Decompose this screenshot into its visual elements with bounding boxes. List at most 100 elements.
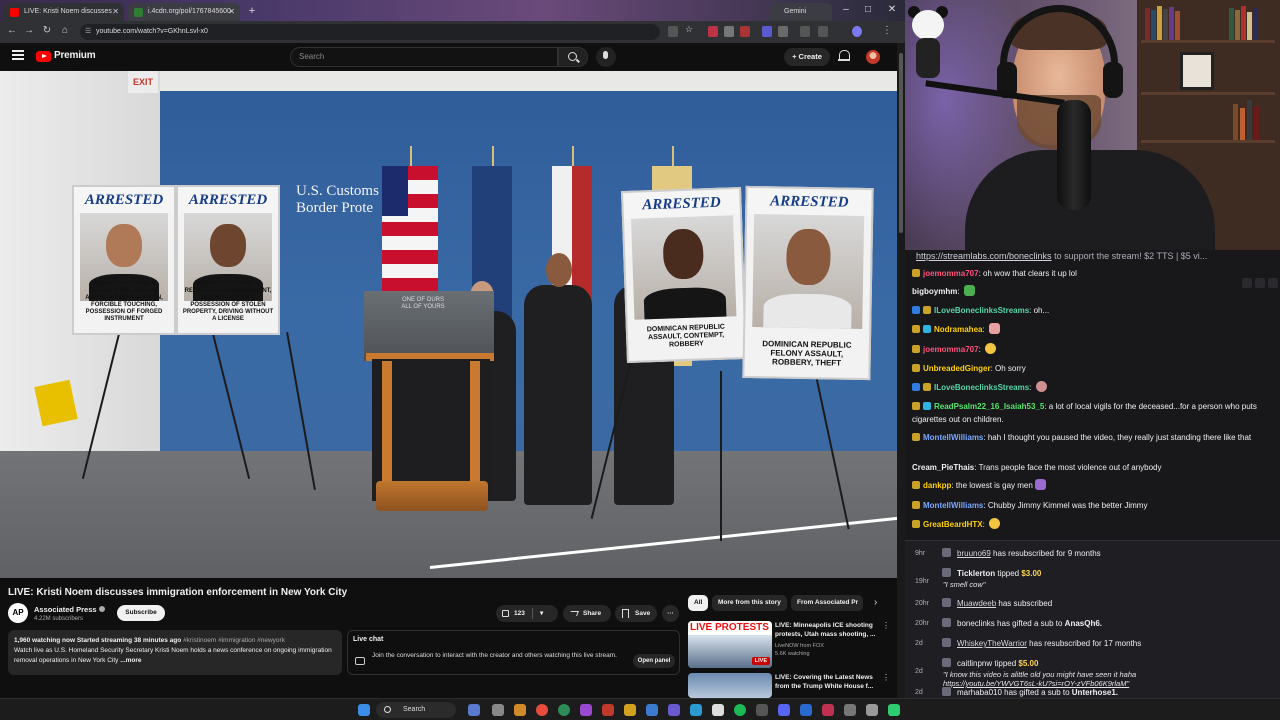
extensions-puzzle-icon[interactable] <box>800 26 810 37</box>
close-tab-icon[interactable]: ✕ <box>228 3 235 21</box>
hashtags[interactable]: #kristinoem #immigration #newyork <box>183 637 285 644</box>
forward-icon[interactable]: → <box>22 25 36 36</box>
gift-recipient[interactable]: AnasQh6. <box>1065 619 1102 628</box>
tab-gemini[interactable]: Gemini <box>770 3 832 21</box>
app-icon[interactable] <box>866 704 878 716</box>
extension-icon[interactable] <box>778 26 788 37</box>
extension-icon[interactable] <box>724 26 734 37</box>
recommended-title[interactable]: LIVE: Minneapolis ICE shooting protests,… <box>775 621 885 639</box>
start-menu-icon[interactable] <box>358 704 370 716</box>
recommended-channel[interactable]: LiveNOW from FOX <box>775 642 824 650</box>
kebab-menu-icon[interactable]: ⋮ <box>882 621 890 630</box>
search-input[interactable]: Search <box>290 47 558 67</box>
app-icon[interactable] <box>822 704 834 716</box>
chat-username[interactable]: Cream_PieThais <box>912 463 974 472</box>
chrome-icon[interactable] <box>558 704 570 716</box>
save-button[interactable]: Save <box>615 605 657 622</box>
gift-recipient[interactable]: Unterhose1. <box>1072 688 1118 697</box>
chat-username[interactable]: MontellWilliams <box>923 433 983 442</box>
chip-from-channel[interactable]: From Associated Pr <box>791 595 863 611</box>
channel-name[interactable]: Associated Press <box>34 605 105 614</box>
create-button[interactable]: + Create <box>784 48 830 66</box>
chat-username[interactable]: ILoveBoneclinksStreams <box>934 383 1029 392</box>
activity-user[interactable]: WhiskeyTheWarrior <box>957 639 1027 648</box>
avatar[interactable] <box>866 50 880 64</box>
app-icon[interactable] <box>646 704 658 716</box>
chip-all[interactable]: All <box>688 595 709 611</box>
tab-youtube[interactable]: LIVE: Kristi Noem discusses ✕ <box>4 3 124 21</box>
app-icon[interactable] <box>844 704 856 716</box>
activity-user[interactable]: bruuno69 <box>957 549 991 558</box>
extension-icon[interactable] <box>740 26 750 37</box>
share-button[interactable]: Share <box>563 605 611 622</box>
chip-more-from-story[interactable]: More from this story <box>712 595 787 611</box>
chat-username[interactable]: joemomma707 <box>923 345 979 354</box>
like-button[interactable]: 123 ▾ <box>496 605 558 622</box>
video-thumbnail[interactable] <box>688 673 772 698</box>
subscribe-button[interactable]: Subscribe <box>117 605 165 621</box>
app-icon[interactable] <box>712 704 724 716</box>
thumbs-down-icon[interactable]: ▾ <box>540 605 543 622</box>
address-bar[interactable]: ☰ youtube.com/watch?v=GKhnLsvl-x0 <box>80 24 660 40</box>
site-info-icon[interactable]: ☰ <box>85 24 91 40</box>
chat-username[interactable]: MontellWilliams <box>923 501 983 510</box>
file-explorer-icon[interactable] <box>514 704 526 716</box>
show-more-link[interactable]: ...more <box>120 657 141 664</box>
extension-icon[interactable] <box>668 26 678 37</box>
video-player[interactable]: EXIT U.S. Customs Border Prote ONE OF OU… <box>0 71 897 578</box>
app-icon[interactable] <box>800 704 812 716</box>
bookmark-star-icon[interactable]: ☆ <box>682 24 696 35</box>
discord-icon[interactable] <box>778 704 790 716</box>
recommended-title[interactable]: LIVE: Covering the Latest News from the … <box>775 673 885 691</box>
chat-username[interactable]: ILoveBoneclinksStreams <box>934 306 1029 315</box>
open-panel-button[interactable]: Open panel <box>633 654 675 668</box>
description-box[interactable]: 1,960 watching now Started streaming 38 … <box>8 630 342 675</box>
chat-username[interactable]: ReadPsalm22_16_Isaiah53_5 <box>934 402 1044 411</box>
obs-icon[interactable] <box>602 704 614 716</box>
scrollbar-thumb[interactable] <box>899 53 903 233</box>
browser-app-icon[interactable] <box>536 704 548 716</box>
youtube-logo-icon[interactable] <box>36 51 51 62</box>
more-actions-button[interactable]: ··· <box>662 605 679 622</box>
taskbar-search[interactable]: Search <box>376 702 456 718</box>
minimize-icon[interactable]: – <box>838 4 854 15</box>
task-view-icon[interactable] <box>492 704 504 716</box>
youtube-brand[interactable]: Premium <box>54 50 96 61</box>
channel-avatar[interactable]: AP <box>8 603 28 623</box>
recommended-video[interactable]: LIVE PROTESTS LIVE LIVE: Minneapolis ICE… <box>688 621 893 671</box>
search-button[interactable] <box>558 47 588 67</box>
app-icon[interactable] <box>756 704 768 716</box>
app-icon[interactable] <box>888 704 900 716</box>
activity-user[interactable]: marhaba010 <box>957 688 1002 697</box>
activity-user[interactable]: Muawdeeb <box>957 599 996 608</box>
app-icon[interactable] <box>668 704 680 716</box>
video-thumbnail[interactable]: LIVE PROTESTS LIVE <box>688 621 772 668</box>
activity-user[interactable]: caitlinpnw <box>957 659 992 668</box>
chevron-right-icon[interactable]: › <box>874 597 877 608</box>
home-icon[interactable]: ⌂ <box>58 25 72 36</box>
notifications-bell-icon[interactable] <box>838 49 850 63</box>
profile-icon[interactable] <box>852 26 862 37</box>
widgets-icon[interactable] <box>468 704 480 716</box>
extension-icon[interactable] <box>708 26 718 37</box>
page-scrollbar[interactable] <box>897 43 905 698</box>
chat-username[interactable]: joemomma707 <box>923 269 979 278</box>
maximize-icon[interactable]: □ <box>860 4 876 15</box>
extension-icon[interactable] <box>762 26 772 37</box>
app-icon[interactable] <box>690 704 702 716</box>
folder-icon[interactable] <box>624 704 636 716</box>
spotify-icon[interactable] <box>734 704 746 716</box>
activity-user[interactable]: boneclinks <box>957 619 995 628</box>
chat-username[interactable]: dankpp <box>923 481 951 490</box>
hamburger-menu-icon[interactable] <box>12 50 24 60</box>
chat-username[interactable]: bigboymhm <box>912 287 957 296</box>
new-tab-button[interactable]: + <box>246 4 258 18</box>
voice-search-icon[interactable] <box>596 47 616 67</box>
tab-image[interactable]: i.4cdn.org/pol/1767845600 ✕ <box>128 3 240 21</box>
close-tab-icon[interactable]: ✕ <box>112 3 119 21</box>
chat-username[interactable]: GreatBeardHTX <box>923 520 983 529</box>
app-icon[interactable] <box>580 704 592 716</box>
banner-link[interactable]: https://streamlabs.com/boneclinks <box>916 251 1052 261</box>
downloads-icon[interactable] <box>818 26 828 37</box>
back-icon[interactable]: ← <box>5 25 19 36</box>
